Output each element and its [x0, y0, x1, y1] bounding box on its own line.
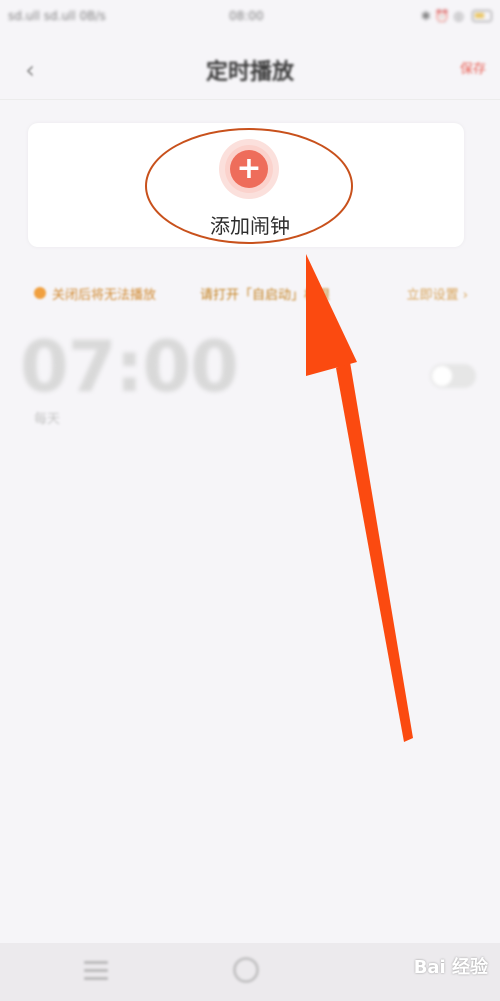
warning-dot-icon — [34, 287, 46, 299]
alarm-time[interactable]: 07:00 — [20, 326, 239, 408]
autostart-tip[interactable]: 关闭后将无法播放 请打开「自启动」权限 立即设置 › — [30, 281, 474, 305]
tip-permission-text: 请打开「自启动」权限 — [200, 288, 331, 303]
plus-icon: + — [230, 150, 268, 188]
page-title: 定时播放 — [205, 60, 294, 85]
add-alarm-label[interactable]: 添加闹钟 — [0, 210, 500, 239]
status-icons: ✱ ⏰ ◎ — [420, 9, 464, 23]
status-time: 08:00 — [229, 9, 264, 23]
menu-icon[interactable] — [84, 961, 108, 981]
watermark-logo: Bai 经验 — [413, 957, 488, 978]
status-bar: sd.ull sd.ull 0B/s 08:00 ✱ ⏰ ◎ — [0, 0, 500, 34]
arrow-head — [306, 254, 357, 376]
save-button[interactable]: 保存 — [460, 58, 486, 77]
tip-text: 关闭后将无法播放 — [52, 288, 157, 303]
home-icon[interactable] — [233, 957, 259, 983]
add-alarm-button[interactable]: + — [219, 139, 279, 199]
plus-icon-ring: + — [225, 145, 273, 193]
alarm-toggle[interactable] — [430, 364, 476, 388]
header-divider — [0, 99, 500, 100]
app-header: ‹ 定时播放 保存 — [0, 36, 500, 100]
battery-icon — [472, 10, 492, 22]
alarm-repeat: 每天 — [34, 412, 61, 427]
arrow-shaft — [336, 362, 413, 742]
tip-settings-link[interactable]: 立即设置 › — [407, 284, 468, 303]
bottom-nav-bar: Bai 经验 — [0, 943, 500, 1001]
status-signal: sd.ull sd.ull 0B/s — [8, 9, 106, 23]
